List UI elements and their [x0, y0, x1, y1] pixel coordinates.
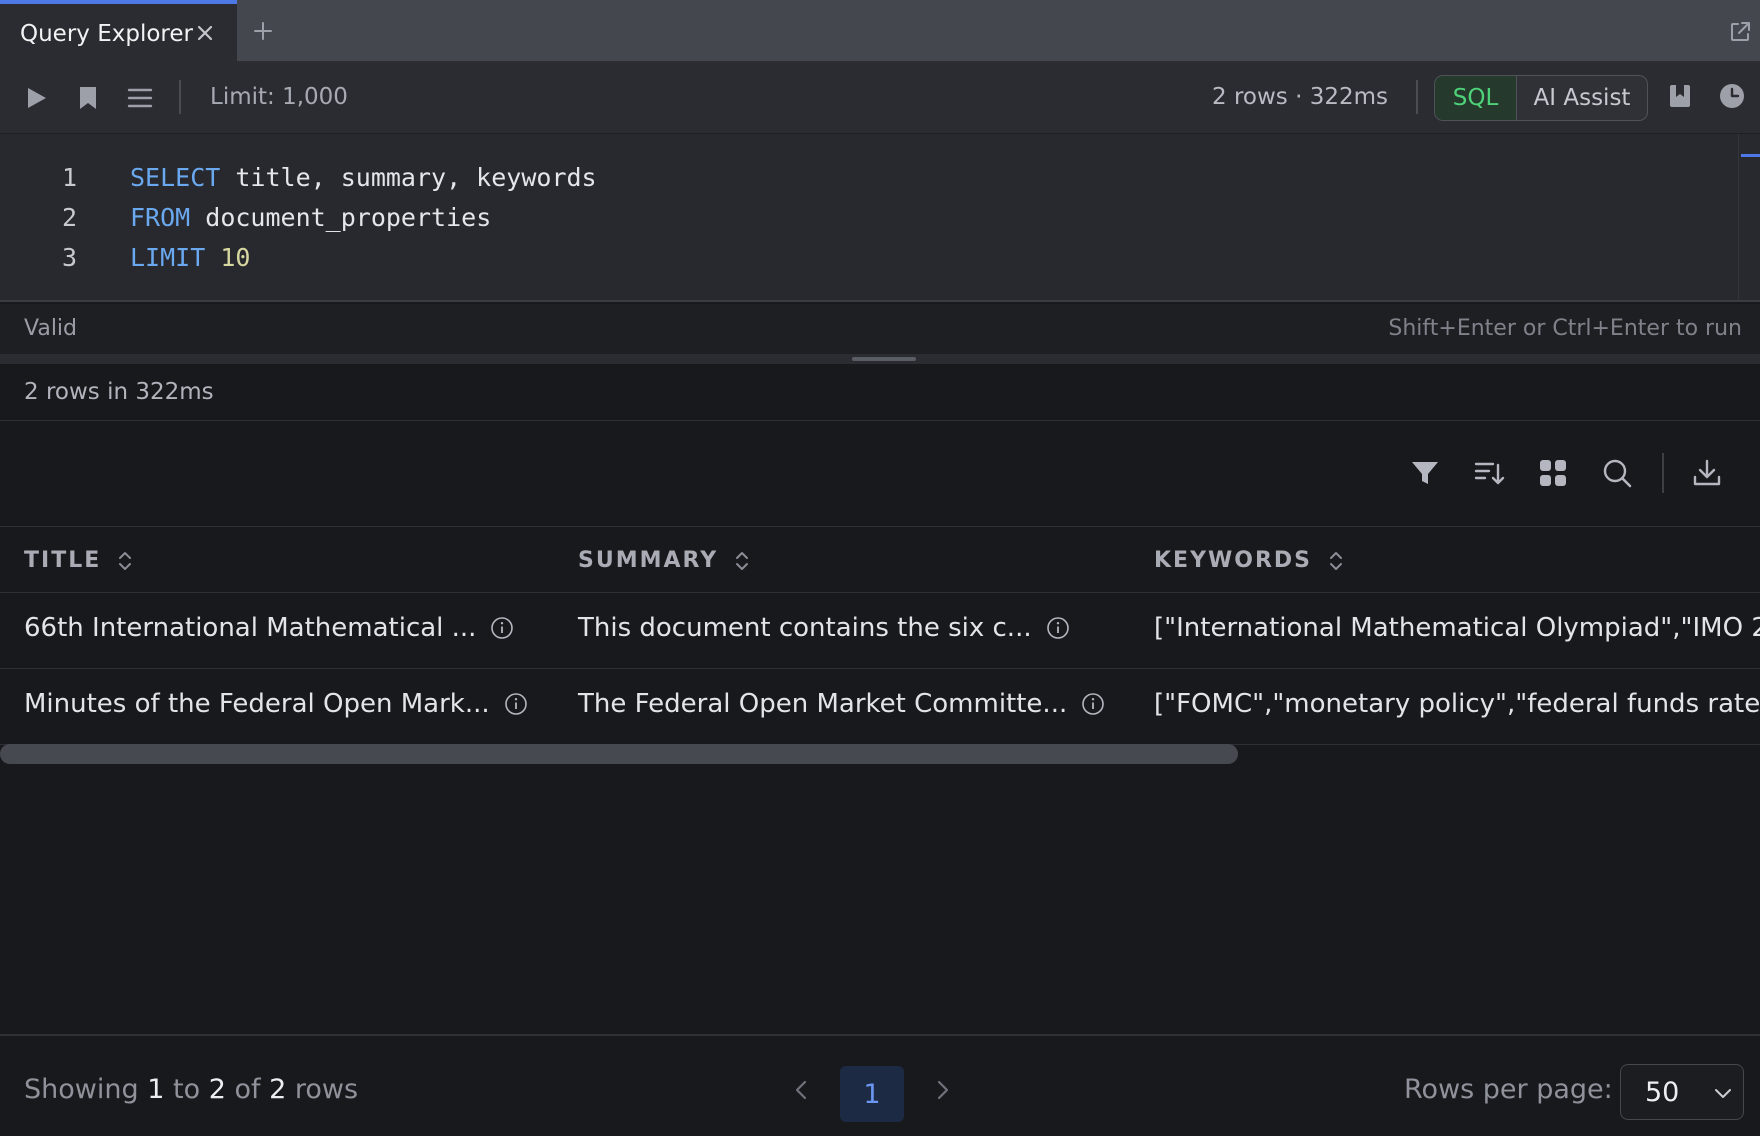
- splitter-handle[interactable]: [852, 357, 916, 361]
- sort-toggle-icon[interactable]: [1328, 549, 1344, 573]
- cell-text: ["FOMC","monetary policy","federal funds…: [1154, 689, 1760, 719]
- cell-title[interactable]: 66th International Mathematical ...: [24, 613, 514, 643]
- rows-word: rows: [294, 1074, 359, 1105]
- grid-toolbar-divider: [1662, 453, 1664, 493]
- table-header: TITLE SUMMARY KEYWORDS: [0, 527, 1760, 593]
- sql-keyword: FROM: [130, 202, 191, 232]
- sql-mode-button[interactable]: SQL: [1435, 76, 1517, 120]
- editor-scroll-marker: [1741, 154, 1760, 157]
- tab-title: Query Explorer: [20, 21, 193, 47]
- columns-grid-icon[interactable]: [1537, 457, 1569, 489]
- limit-selector[interactable]: Limit: 1,000: [210, 84, 348, 110]
- line-number: 2: [62, 202, 78, 232]
- play-icon[interactable]: [22, 84, 50, 112]
- cell-text: This document contains the six c...: [578, 613, 1032, 643]
- cell-text: ["International Mathematical Olympiad","…: [1154, 613, 1760, 643]
- sort-icon[interactable]: [1473, 457, 1505, 489]
- info-icon[interactable]: [1046, 616, 1070, 640]
- sort-toggle-icon[interactable]: [117, 549, 133, 573]
- query-toolbar: Limit: 1,000 2 rows · 322ms SQL AI Assis…: [0, 62, 1760, 134]
- sql-number: 10: [220, 242, 251, 272]
- rows-per-page-label: Rows per page:: [1404, 1074, 1613, 1105]
- column-header-label: KEYWORDS: [1154, 548, 1313, 573]
- table-row[interactable]: 66th International Mathematical ... This…: [0, 593, 1760, 669]
- external-link-icon[interactable]: [1728, 20, 1752, 44]
- column-header-summary[interactable]: SUMMARY: [578, 548, 750, 573]
- results-summary: 2 rows in 322ms: [24, 379, 214, 405]
- total-rows: 2: [269, 1074, 287, 1105]
- range-to: 2: [208, 1074, 226, 1105]
- cell-keywords[interactable]: ["FOMC","monetary policy","federal funds…: [1154, 689, 1760, 719]
- cell-keywords[interactable]: ["International Mathematical Olympiad","…: [1154, 613, 1760, 643]
- cell-text: Minutes of the Federal Open Mark...: [24, 689, 490, 719]
- filter-icon[interactable]: [1409, 457, 1441, 489]
- search-icon[interactable]: [1601, 457, 1633, 489]
- sql-keyword: SELECT: [130, 162, 221, 192]
- of-word: of: [234, 1074, 261, 1105]
- pagination-footer: Showing 1 to 2 of 2 rows 1 Rows per page…: [0, 1034, 1760, 1136]
- validity-status: Valid: [24, 316, 78, 341]
- chevron-down-icon: [1715, 1089, 1731, 1098]
- info-icon[interactable]: [490, 616, 514, 640]
- column-header-label: TITLE: [24, 548, 102, 573]
- plus-icon[interactable]: [252, 20, 274, 42]
- showing-rows-text: Showing 1 to 2 of 2 rows: [24, 1074, 358, 1105]
- results-summary-bar: 2 rows in 322ms: [0, 364, 1760, 421]
- run-hint: Shift+Enter or Ctrl+Enter to run: [1388, 316, 1742, 341]
- info-icon[interactable]: [504, 692, 528, 716]
- chevron-right-icon[interactable]: [930, 1078, 954, 1102]
- to-word: to: [172, 1074, 201, 1105]
- history-icon[interactable]: [1718, 82, 1746, 110]
- cell-title[interactable]: Minutes of the Federal Open Mark...: [24, 689, 528, 719]
- toolbar-divider: [179, 80, 181, 114]
- download-icon[interactable]: [1691, 457, 1723, 489]
- cell-summary[interactable]: The Federal Open Market Committe...: [578, 689, 1105, 719]
- rows-per-page-select[interactable]: 50: [1620, 1064, 1744, 1120]
- editor-scrollbar[interactable]: [1738, 134, 1739, 300]
- line-number: 3: [62, 242, 78, 272]
- rows-time-label: 2 rows · 322ms: [1212, 84, 1388, 110]
- chevron-left-icon[interactable]: [790, 1078, 814, 1102]
- showing-prefix: Showing: [24, 1074, 139, 1105]
- page-button-current[interactable]: 1: [840, 1066, 904, 1122]
- tab-bar: Query Explorer: [0, 0, 1760, 62]
- horizontal-scrollbar-thumb[interactable]: [0, 744, 1238, 764]
- column-header-keywords[interactable]: KEYWORDS: [1154, 548, 1344, 573]
- column-header-label: SUMMARY: [578, 548, 719, 573]
- sql-editor[interactable]: 1 SELECT title, summary, keywords 2 FROM…: [0, 134, 1760, 302]
- cell-summary[interactable]: This document contains the six c...: [578, 613, 1070, 643]
- menu-icon[interactable]: [126, 84, 154, 112]
- sql-text: document_properties: [190, 202, 492, 232]
- cell-text: 66th International Mathematical ...: [24, 613, 477, 643]
- sql-text: title, summary, keywords: [220, 162, 597, 192]
- info-icon[interactable]: [1081, 692, 1105, 716]
- cell-text: The Federal Open Market Committe...: [578, 689, 1068, 719]
- sort-toggle-icon[interactable]: [734, 549, 750, 573]
- tab-query-explorer[interactable]: Query Explorer: [0, 0, 237, 62]
- ai-assist-mode-button[interactable]: AI Assist: [1517, 76, 1647, 120]
- saved-queries-icon[interactable]: [1666, 82, 1694, 110]
- mode-toggle: SQL AI Assist: [1434, 75, 1648, 121]
- grid-toolbar: [0, 421, 1760, 527]
- bookmark-icon[interactable]: [74, 84, 102, 112]
- close-icon[interactable]: [194, 22, 216, 44]
- rows-per-page-value: 50: [1645, 1077, 1680, 1108]
- sql-keyword: LIMIT: [130, 242, 206, 272]
- pane-splitter[interactable]: [0, 354, 1760, 364]
- editor-status-bar: Valid Shift+Enter or Ctrl+Enter to run: [0, 304, 1760, 354]
- range-from: 1: [147, 1074, 165, 1105]
- toolbar-divider: [1416, 80, 1418, 114]
- line-number: 1: [62, 162, 78, 192]
- column-header-title[interactable]: TITLE: [24, 548, 133, 573]
- table-row[interactable]: Minutes of the Federal Open Mark... The …: [0, 669, 1760, 745]
